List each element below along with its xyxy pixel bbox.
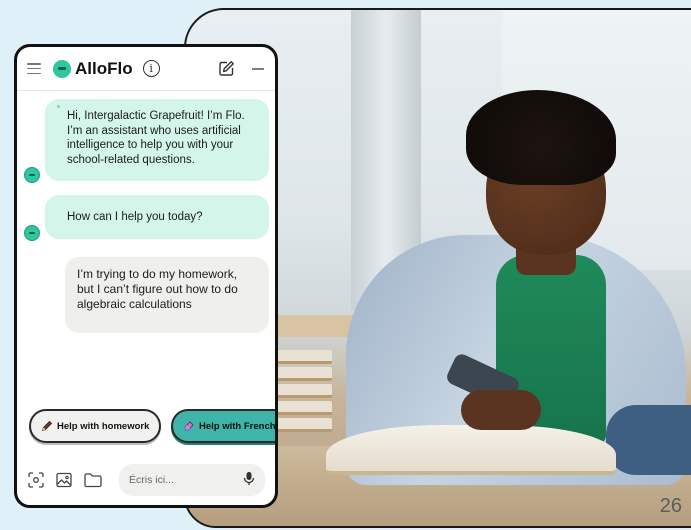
suggestion-help-with-french[interactable]: Help with French	[171, 409, 276, 443]
suggestion-label: Help with French	[199, 420, 276, 432]
suggestion-label: Help with homework	[57, 420, 150, 432]
chat-header: AlloFlo i	[17, 47, 275, 91]
photo-student-hand	[461, 390, 541, 430]
message-input-placeholder: Écris ici...	[129, 474, 174, 486]
photo-open-book	[326, 425, 616, 475]
photo-book-stack	[272, 350, 332, 450]
chat-window: AlloFlo i Hi, Intergalactic Grapefruit! …	[14, 44, 278, 508]
folder-icon[interactable]	[83, 471, 103, 489]
screen-capture-icon[interactable]	[27, 471, 45, 489]
chat-input-bar: Écris ici...	[17, 455, 275, 505]
user-message: I’m trying to do my homework, but I can’…	[65, 257, 269, 333]
chat-messages: Hi, Intergalactic Grapefruit! I’m Flo. I…	[17, 91, 275, 461]
photo-student-hair	[466, 90, 616, 185]
minimize-icon[interactable]	[251, 62, 265, 76]
microphone-icon[interactable]	[243, 471, 255, 489]
pencil-icon	[41, 420, 53, 432]
message-input[interactable]: Écris ici...	[119, 464, 265, 496]
bot-message-question-text: How can I help you today?	[67, 210, 203, 223]
photo-student-arm	[606, 405, 691, 475]
new-chat-edit-icon[interactable]	[218, 60, 235, 77]
alloflo-logo-icon	[53, 59, 71, 78]
info-icon[interactable]: i	[142, 60, 160, 77]
bot-avatar-icon	[24, 225, 40, 241]
message-marker-icon	[57, 105, 60, 108]
suggestion-help-with-homework[interactable]: Help with homework	[29, 409, 161, 443]
bot-message-greeting: Hi, Intergalactic Grapefruit! I’m Flo. I…	[45, 99, 269, 181]
eraser-icon	[184, 421, 194, 431]
brand-name: AlloFlo	[75, 58, 133, 78]
bot-avatar-icon	[24, 167, 40, 183]
bot-message-question: How can I help you today?	[45, 195, 269, 239]
hamburger-menu-icon[interactable]	[27, 63, 41, 74]
image-upload-icon[interactable]	[55, 471, 73, 489]
slide-number: 26	[659, 495, 682, 517]
